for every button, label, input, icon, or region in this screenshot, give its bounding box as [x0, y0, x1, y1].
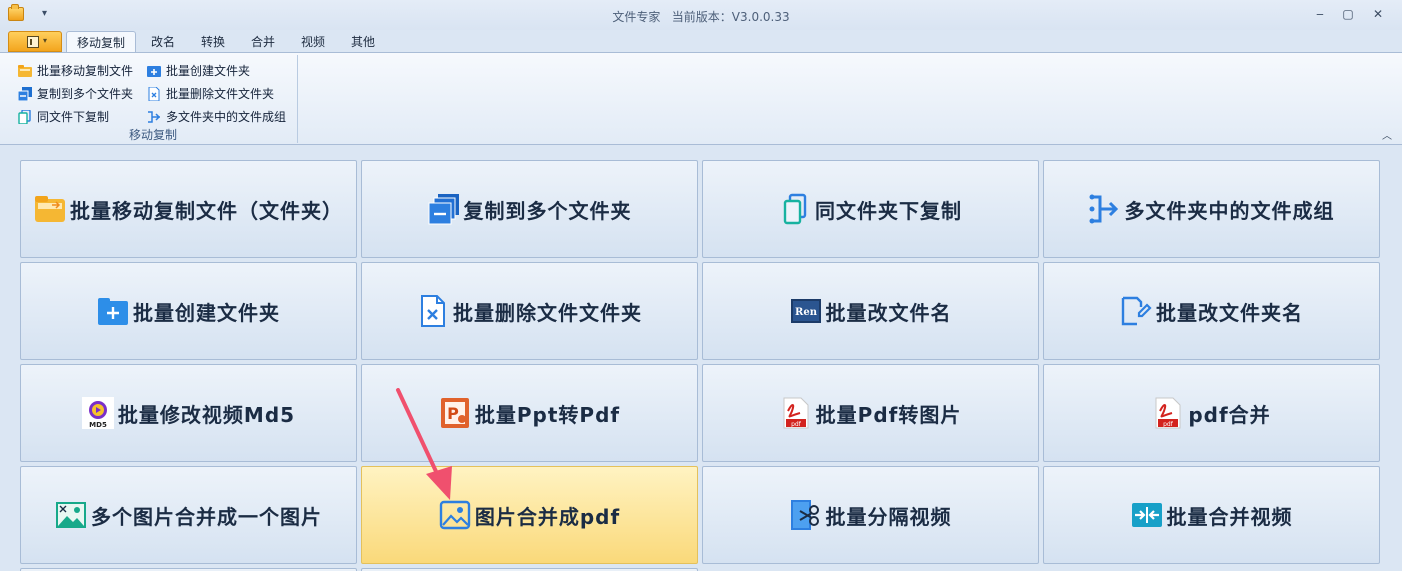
- ribbon-item-label: 批量删除文件文件夹: [166, 87, 275, 101]
- tile-label: 批量Pdf转图片: [815, 402, 962, 427]
- tab-convert[interactable]: 转换: [192, 31, 234, 53]
- ribbon-item-label: 批量移动复制文件: [37, 64, 134, 78]
- ribbon-item-label: 批量创建文件夹: [166, 64, 251, 78]
- tile-label: 批量移动复制文件（文件夹）: [70, 198, 343, 223]
- pdf-icon-text: pdf: [791, 421, 802, 428]
- video-split-icon: [790, 500, 819, 530]
- tile-pdf-merge[interactable]: pdf pdf合并: [1043, 364, 1380, 462]
- minimize-button[interactable]: ‒: [1306, 4, 1334, 24]
- folder-move-icon: [35, 196, 65, 222]
- video-merge-icon: [1131, 503, 1162, 527]
- rename-folder-icon: [1121, 296, 1152, 326]
- tab-video[interactable]: 视频: [292, 31, 334, 53]
- pdf-icon: pdf: [783, 397, 809, 429]
- tile-split-video[interactable]: 批量分隔视频: [702, 466, 1039, 564]
- copy-same-icon: [18, 110, 31, 124]
- md5-icon-text: MD5: [89, 421, 107, 429]
- copy-same-icon: [783, 193, 807, 225]
- ppt-icon-text: P: [447, 404, 459, 423]
- copy-multi-icon: [18, 87, 32, 101]
- tile-pdf-to-image[interactable]: pdf 批量Pdf转图片: [702, 364, 1039, 462]
- tile-images-to-pdf[interactable]: 图片合并成pdf: [361, 466, 698, 564]
- md5-icon: MD5: [81, 397, 114, 429]
- tile-label: 批量创建文件夹: [133, 300, 280, 325]
- ppt-icon: P: [440, 398, 469, 428]
- tile-batch-rename-folder[interactable]: 批量改文件夹名: [1043, 262, 1380, 360]
- collapse-ribbon-icon[interactable]: ︿: [1382, 127, 1392, 142]
- tile-batch-rename-file[interactable]: Ren 批量改文件名: [702, 262, 1039, 360]
- tab-other[interactable]: 其他: [342, 31, 384, 53]
- chevron-down-icon: ▾: [43, 36, 48, 45]
- main-area: 批量移动复制文件（文件夹） 复制到多个文件夹 同文件夹下复制 多文件夹中的文件成…: [0, 146, 1402, 571]
- tab-merge[interactable]: 合并: [242, 31, 284, 53]
- tile-label: 批量删除文件文件夹: [453, 300, 642, 325]
- folder-add-icon: [98, 298, 128, 325]
- ribbon-panel: 批量移动复制文件 批量创建文件夹 复制到多个文件夹 批量删除文件文件夹 同文件下…: [0, 52, 1402, 145]
- tile-merge-video[interactable]: 批量合并视频: [1043, 466, 1380, 564]
- ribbon-tab-bar: ▾ 移动复制 改名 转换 合并 视频 其他: [0, 30, 1402, 53]
- tile-label: 多个图片合并成一个图片: [91, 504, 322, 529]
- tile-ppt-to-pdf[interactable]: P 批量Ppt转Pdf: [361, 364, 698, 462]
- image-merge-icon: [56, 502, 86, 528]
- tile-video-md5[interactable]: MD5 批量修改视频Md5: [20, 364, 357, 462]
- rename-icon-text: Ren: [795, 307, 818, 318]
- folder-move-icon: [18, 65, 32, 77]
- copy-multi-icon: [428, 194, 459, 225]
- tile-label: 批量改文件名: [825, 300, 952, 325]
- ribbon-item-label: 复制到多个文件夹: [37, 87, 134, 101]
- close-button[interactable]: ✕: [1364, 4, 1392, 24]
- delete-file-icon: [148, 87, 160, 101]
- tile-label: pdf合并: [1188, 402, 1271, 427]
- tile-copy-same[interactable]: 同文件夹下复制: [702, 160, 1039, 258]
- window-title: 文件专家 当前版本：V3.0.0.33: [612, 10, 790, 24]
- file-menu-button[interactable]: ▾: [8, 31, 62, 52]
- maximize-button[interactable]: ▢: [1334, 4, 1362, 24]
- tile-label: 批量Ppt转Pdf: [474, 402, 621, 427]
- ribbon-item-label: 同文件下复制: [37, 110, 110, 124]
- tab-move-copy[interactable]: 移动复制: [66, 31, 136, 53]
- tile-batch-delete[interactable]: 批量删除文件文件夹: [361, 262, 698, 360]
- ribbon-item-label: 多文件夹中的文件成组: [166, 110, 287, 124]
- ribbon-group-move-copy: 批量移动复制文件 批量创建文件夹 复制到多个文件夹 批量删除文件文件夹 同文件下…: [8, 55, 298, 143]
- tile-label: 图片合并成pdf: [474, 504, 621, 529]
- tile-group-files[interactable]: 多文件夹中的文件成组: [1043, 160, 1380, 258]
- tile-label: 批量分隔视频: [825, 504, 952, 529]
- tile-label: 多文件夹中的文件成组: [1124, 198, 1335, 223]
- tile-label: 同文件夹下复制: [815, 198, 962, 223]
- tile-label: 批量改文件夹名: [1156, 300, 1303, 325]
- tab-rename[interactable]: 改名: [142, 31, 184, 53]
- tile-label: 批量合并视频: [1166, 504, 1293, 529]
- tile-merge-images[interactable]: 多个图片合并成一个图片: [20, 466, 357, 564]
- group-icon: [1089, 194, 1118, 224]
- title-bar: ▾ 文件专家 当前版本：V3.0.0.33 ‒ ▢ ✕: [0, 0, 1402, 30]
- group-icon: [148, 111, 161, 123]
- ribbon-group-label: 移动复制: [128, 128, 177, 142]
- image-icon: [439, 500, 471, 530]
- folder-add-icon: [147, 66, 161, 77]
- document-icon: [27, 36, 39, 48]
- tile-batch-create-folder[interactable]: 批量创建文件夹: [20, 262, 357, 360]
- tile-label: 批量修改视频Md5: [117, 402, 296, 427]
- tile-copy-multi[interactable]: 复制到多个文件夹: [361, 160, 698, 258]
- rename-icon: Ren: [790, 299, 821, 323]
- tile-batch-move-copy[interactable]: 批量移动复制文件（文件夹）: [20, 160, 357, 258]
- pdf-icon: pdf: [1155, 397, 1181, 429]
- pdf-icon-text: pdf: [1163, 421, 1174, 428]
- tile-label: 复制到多个文件夹: [463, 198, 632, 223]
- delete-file-icon: [421, 295, 445, 327]
